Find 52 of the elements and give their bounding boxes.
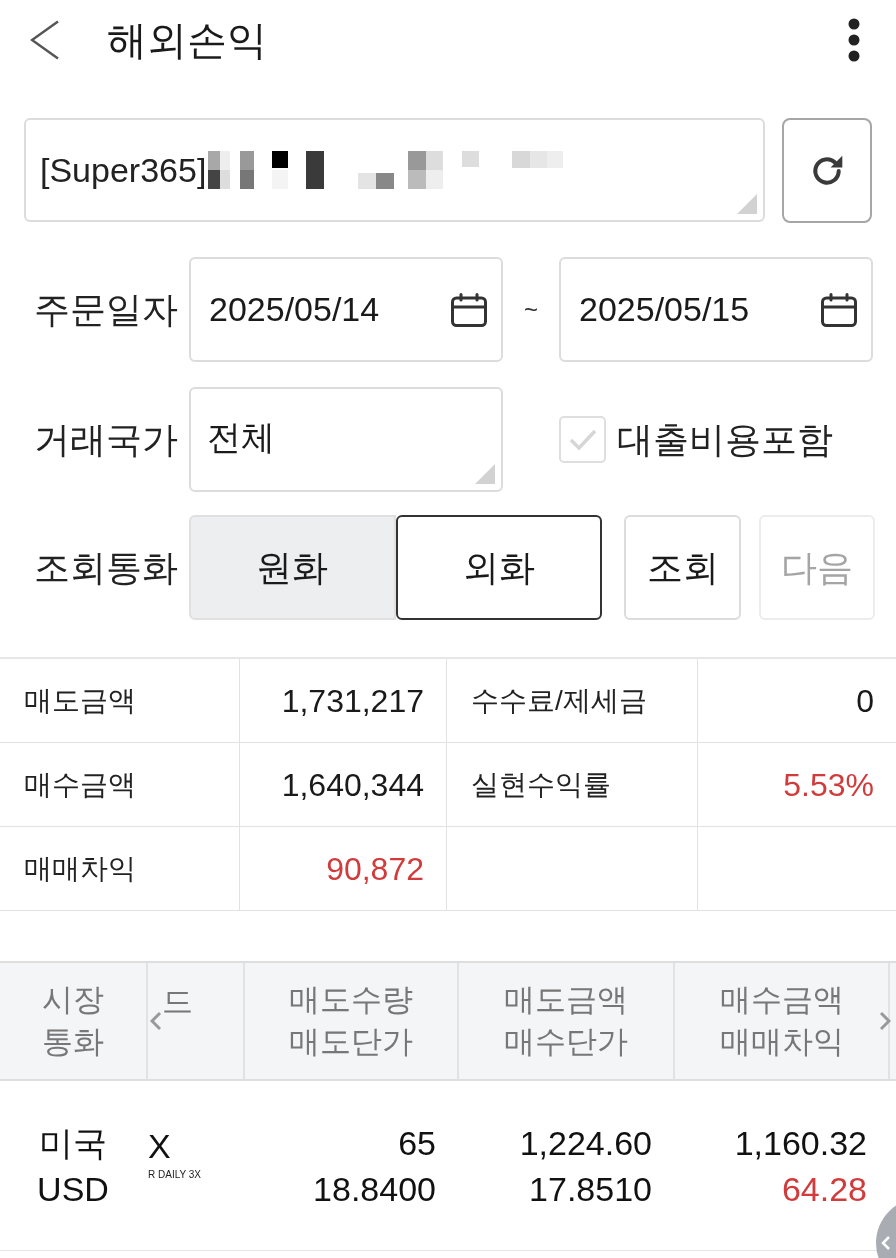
currency-segment[interactable]: 외화 [395,515,602,620]
form-label: 조회통화 [34,545,179,590]
summary-value: 1,640,344 [281,765,424,805]
date-field[interactable]: 2025/05/15 [559,257,873,362]
country-select[interactable]: 전체 [189,387,503,492]
symbol-code: X [148,1125,171,1167]
date-field[interactable]: 2025/05/14 [189,257,503,362]
dropdown-corner-icon [737,194,757,214]
cell-number: 17.8510 [529,1168,652,1210]
summary-value: 90,872 [326,849,424,889]
chevron-left-icon [30,20,60,60]
column-header: 매도수량 매도단가 [289,981,413,1061]
summary-value: 1,731,217 [281,681,424,721]
form-label: 거래국가 [34,417,179,462]
checkbox-label: 대출비용포함 [617,417,833,462]
account-text: [Super365] [40,149,207,191]
column-header: 매도금액 매수단가 [504,981,628,1061]
summary-label: 실현수익률 [471,767,611,802]
chevron-left-icon [881,1235,891,1251]
cell-text: 미국 [39,1122,107,1164]
currency-segment[interactable]: 원화 [189,515,396,620]
more-vertical-icon [848,18,860,62]
scroll-right-icon[interactable] [879,1011,891,1031]
column-header: 매수금액 매매차익 [719,981,844,1061]
refresh-button[interactable] [782,118,872,223]
more-menu-button[interactable] [848,18,860,62]
cell-text: USD [37,1168,109,1210]
search-button[interactable]: 조회 [624,515,741,620]
calendar-icon [451,292,487,327]
summary-value: 0 [856,681,874,721]
check-icon [568,428,597,451]
column-header: 드 [162,983,193,1021]
summary-label: 매수금액 [24,767,136,802]
range-separator: ~ [523,294,539,325]
summary-label: 매도금액 [24,683,136,718]
scroll-left-icon[interactable] [150,1011,162,1031]
form-label: 주문일자 [34,287,179,332]
cell-number: 1,224.60 [519,1122,652,1164]
page-title: 해외손익 [107,17,267,64]
back-button[interactable] [30,20,60,60]
cell-number: 18.8400 [313,1168,436,1210]
column-header: 시장 통화 [42,981,104,1061]
cell-number: 65 [398,1122,436,1164]
dropdown-corner-icon [475,464,495,484]
summary-value: 5.53% [783,765,874,805]
account-select[interactable]: [Super365] [24,118,765,222]
summary-label: 수수료/제세금 [471,683,647,718]
cell-number: 1,160.32 [734,1122,867,1164]
cell-number: 64.28 [781,1168,867,1210]
summary-label: 매매차익 [24,851,136,886]
calendar-icon [821,292,857,327]
symbol-name: R DAILY 3X [148,1167,201,1182]
